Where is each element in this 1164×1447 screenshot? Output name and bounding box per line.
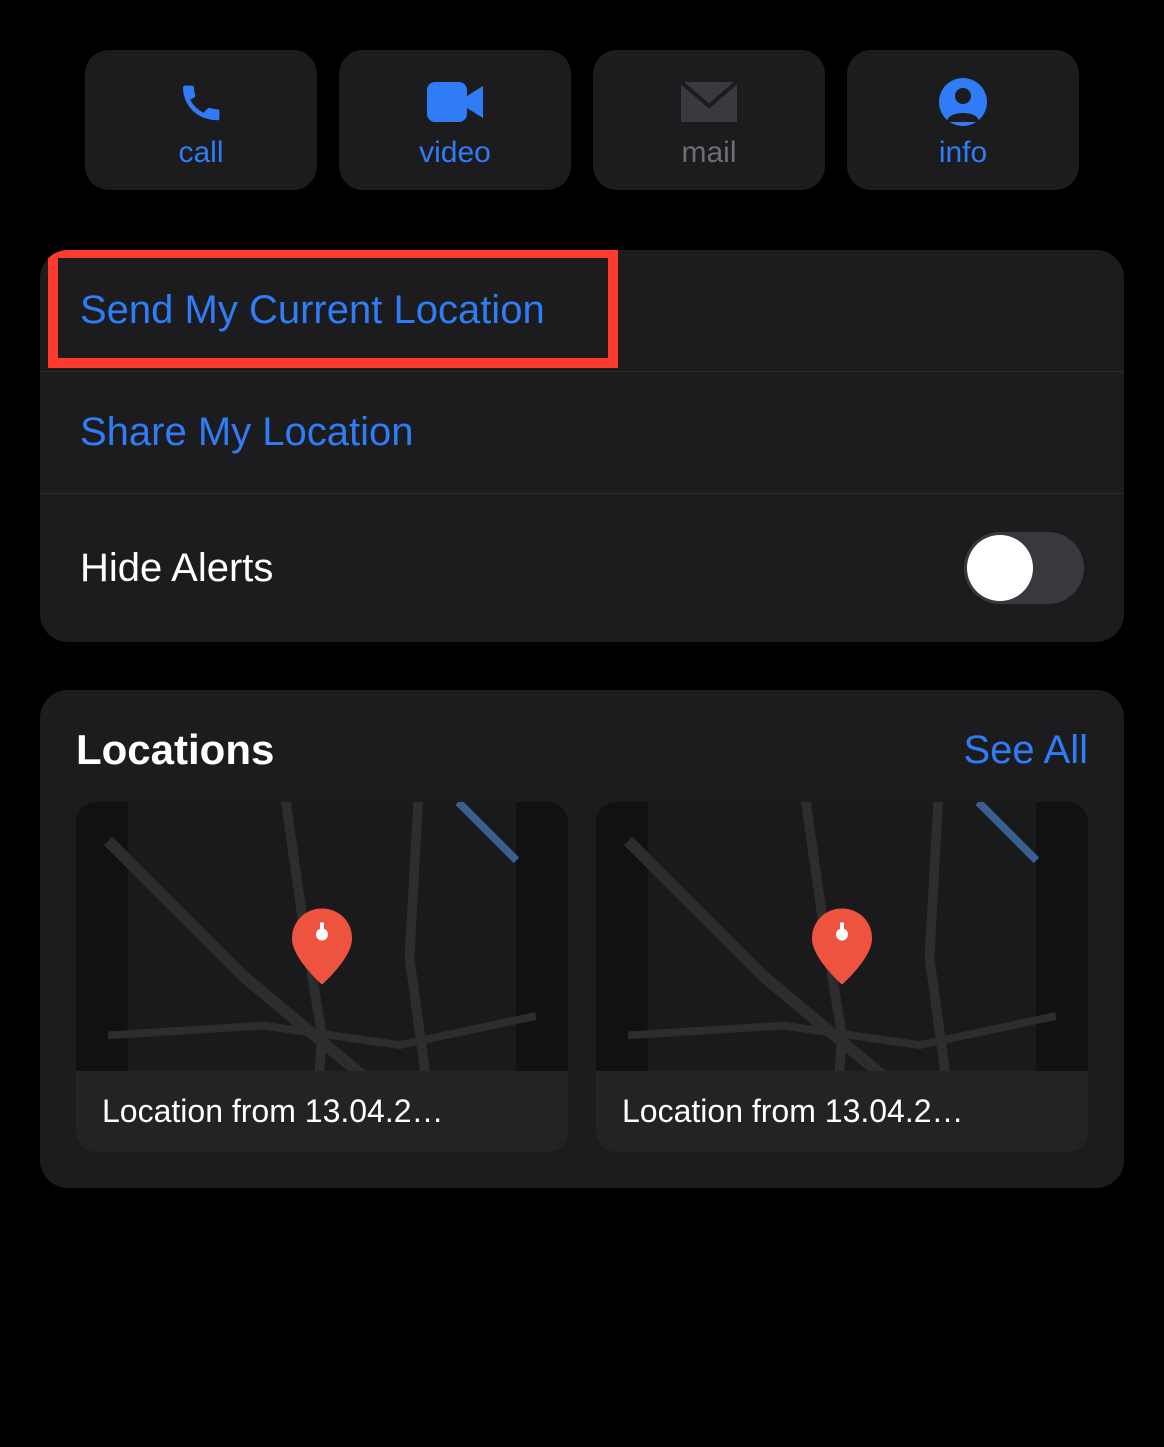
hide-alerts-toggle[interactable] xyxy=(964,532,1084,604)
locations-header: Locations See All xyxy=(76,726,1088,774)
map-pin-icon xyxy=(291,909,353,990)
location-caption: Location from 13.04.2… xyxy=(596,1071,1088,1152)
phone-icon xyxy=(177,74,225,130)
contact-actions-row: call video mail info xyxy=(0,0,1164,190)
hide-alerts-label: Hide Alerts xyxy=(80,546,273,591)
location-item[interactable]: Location from 13.04.2… xyxy=(76,802,568,1152)
share-my-location-row[interactable]: Share My Location xyxy=(40,372,1124,494)
see-all-link[interactable]: See All xyxy=(963,728,1088,773)
video-button[interactable]: video xyxy=(339,50,571,190)
info-label: info xyxy=(939,136,987,170)
location-settings-card: Send My Current Location Share My Locati… xyxy=(40,250,1124,642)
locations-card: Locations See All Location from 13.04.2… xyxy=(40,690,1124,1188)
location-item[interactable]: Location from 13.04.2… xyxy=(596,802,1088,1152)
hide-alerts-row: Hide Alerts xyxy=(40,494,1124,642)
send-current-location-row[interactable]: Send My Current Location xyxy=(40,250,1124,372)
call-label: call xyxy=(178,136,223,170)
video-label: video xyxy=(419,136,491,170)
call-button[interactable]: call xyxy=(85,50,317,190)
locations-title: Locations xyxy=(76,726,274,774)
toggle-knob xyxy=(967,535,1033,601)
video-icon xyxy=(427,74,483,130)
location-caption: Location from 13.04.2… xyxy=(76,1071,568,1152)
send-current-location-label: Send My Current Location xyxy=(80,288,545,332)
locations-grid: Location from 13.04.2… Location from 13.… xyxy=(76,802,1088,1152)
share-my-location-label: Share My Location xyxy=(80,410,414,454)
person-icon xyxy=(939,74,987,130)
info-button[interactable]: info xyxy=(847,50,1079,190)
mail-icon xyxy=(681,74,737,130)
mail-button[interactable]: mail xyxy=(593,50,825,190)
mail-label: mail xyxy=(681,136,736,170)
map-pin-icon xyxy=(811,909,873,990)
